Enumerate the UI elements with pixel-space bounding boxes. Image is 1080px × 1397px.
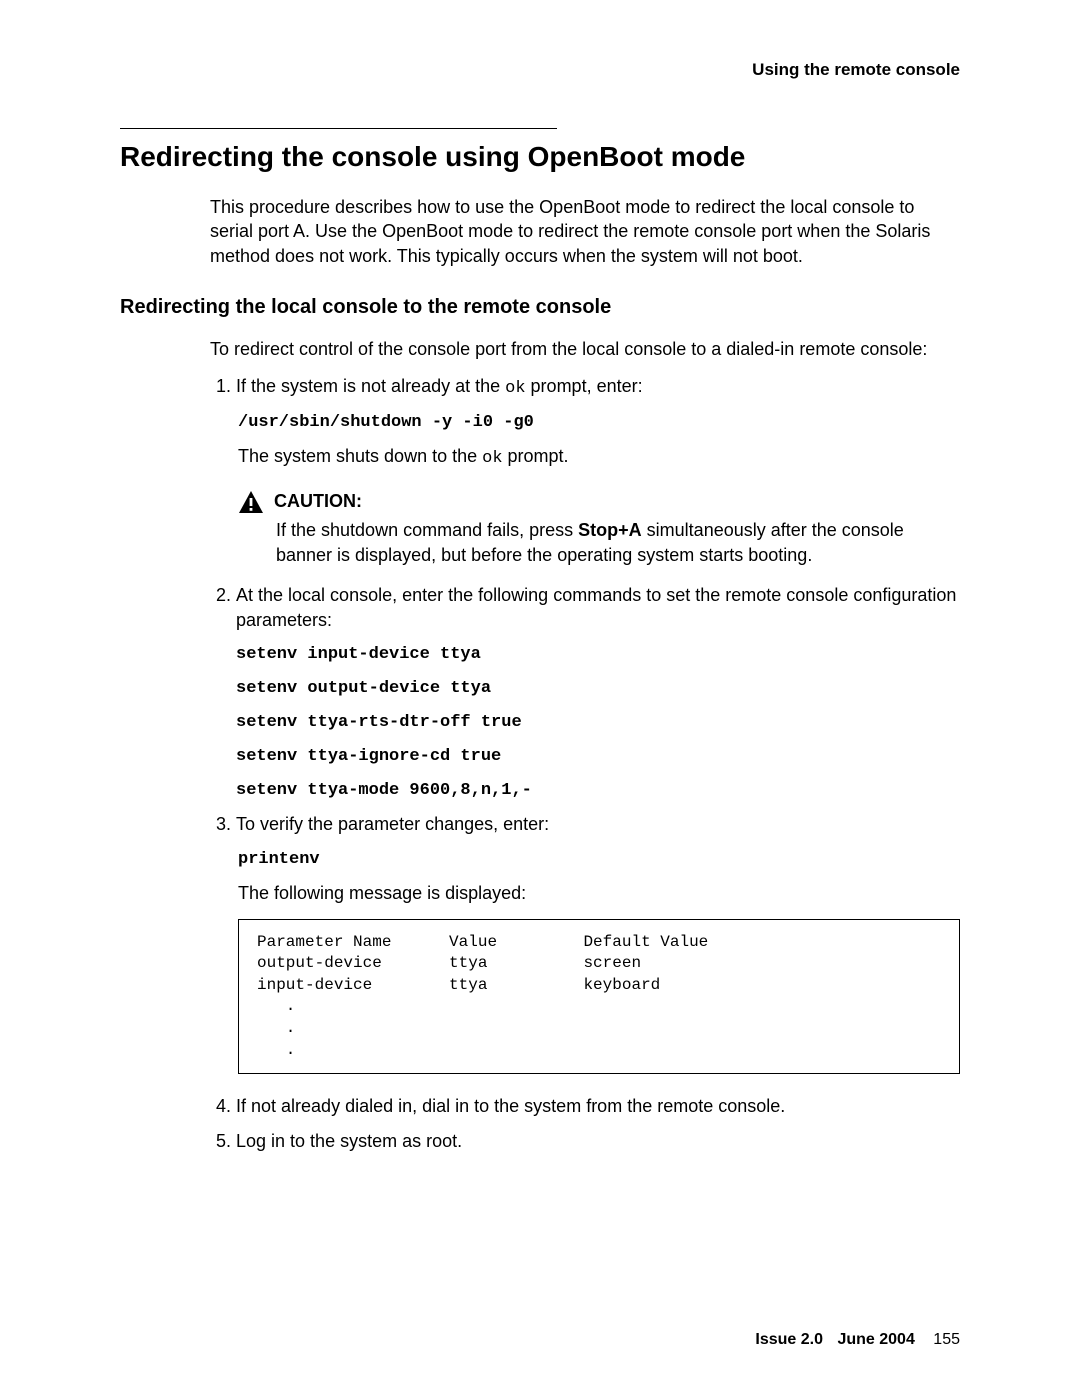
step-list: If the system is not already at the ok p… [210,374,960,1155]
caution-key: Stop+A [578,520,642,540]
step3-result: The following message is displayed: [238,881,960,906]
footer-page-number: 155 [933,1331,960,1348]
footer-issue: Issue 2.0 [755,1331,823,1348]
lead-paragraph: To redirect control of the console port … [210,339,960,360]
step1-result-pre: The system shuts down to the [238,446,482,466]
step-1: If the system is not already at the ok p… [236,374,960,567]
caution-pre: If the shutdown command fails, press [276,520,578,540]
procedure-block: To redirect control of the console port … [210,339,960,1155]
setenv-cmd-4: setenv ttya-ignore-cd true [236,745,960,769]
intro-paragraph: This procedure describes how to use the … [210,195,960,268]
running-head: Using the remote console [120,60,960,80]
warning-icon [238,490,264,514]
printenv-command: printenv [238,848,960,872]
step3-text: To verify the parameter changes, enter: [236,814,549,834]
setenv-block: setenv input-device ttya setenv output-d… [236,643,960,802]
caution-text: If the shutdown command fails, press Sto… [276,518,960,567]
footer-date: June 2004 [837,1331,914,1348]
page-footer: Issue 2.0 June 2004 155 [755,1331,960,1349]
ok-prompt: ok [505,379,525,398]
document-page: Using the remote console Redirecting the… [0,0,1080,1397]
step-5: Log in to the system as root. [236,1129,960,1154]
step1-pre: If the system is not already at the [236,376,505,396]
step-4: If not already dialed in, dial in to the… [236,1094,960,1119]
ok-prompt-2: ok [482,449,502,468]
shutdown-command: /usr/sbin/shutdown -y -i0 -g0 [238,411,960,435]
section-title: Redirecting the console using OpenBoot m… [120,141,960,173]
step1-result-post: prompt. [503,446,569,466]
setenv-cmd-1: setenv input-device ttya [236,643,960,667]
section-rule [120,128,557,129]
printenv-output: Parameter Name Value Default Value outpu… [238,919,960,1075]
step2-text: At the local console, enter the followin… [236,585,956,630]
step1-result: The system shuts down to the ok prompt. [238,444,960,471]
caution-header: CAUTION: [238,489,960,514]
caution-label: CAUTION: [274,489,362,514]
setenv-cmd-5: setenv ttya-mode 9600,8,n,1,- [236,779,960,803]
step-3: To verify the parameter changes, enter: … [236,812,960,1074]
setenv-cmd-2: setenv output-device ttya [236,677,960,701]
step-2: At the local console, enter the followin… [236,583,960,802]
step1-post: prompt, enter: [526,376,643,396]
subsection-heading: Redirecting the local console to the rem… [120,296,960,319]
intro-block: This procedure describes how to use the … [210,195,960,268]
setenv-cmd-3: setenv ttya-rts-dtr-off true [236,711,960,735]
